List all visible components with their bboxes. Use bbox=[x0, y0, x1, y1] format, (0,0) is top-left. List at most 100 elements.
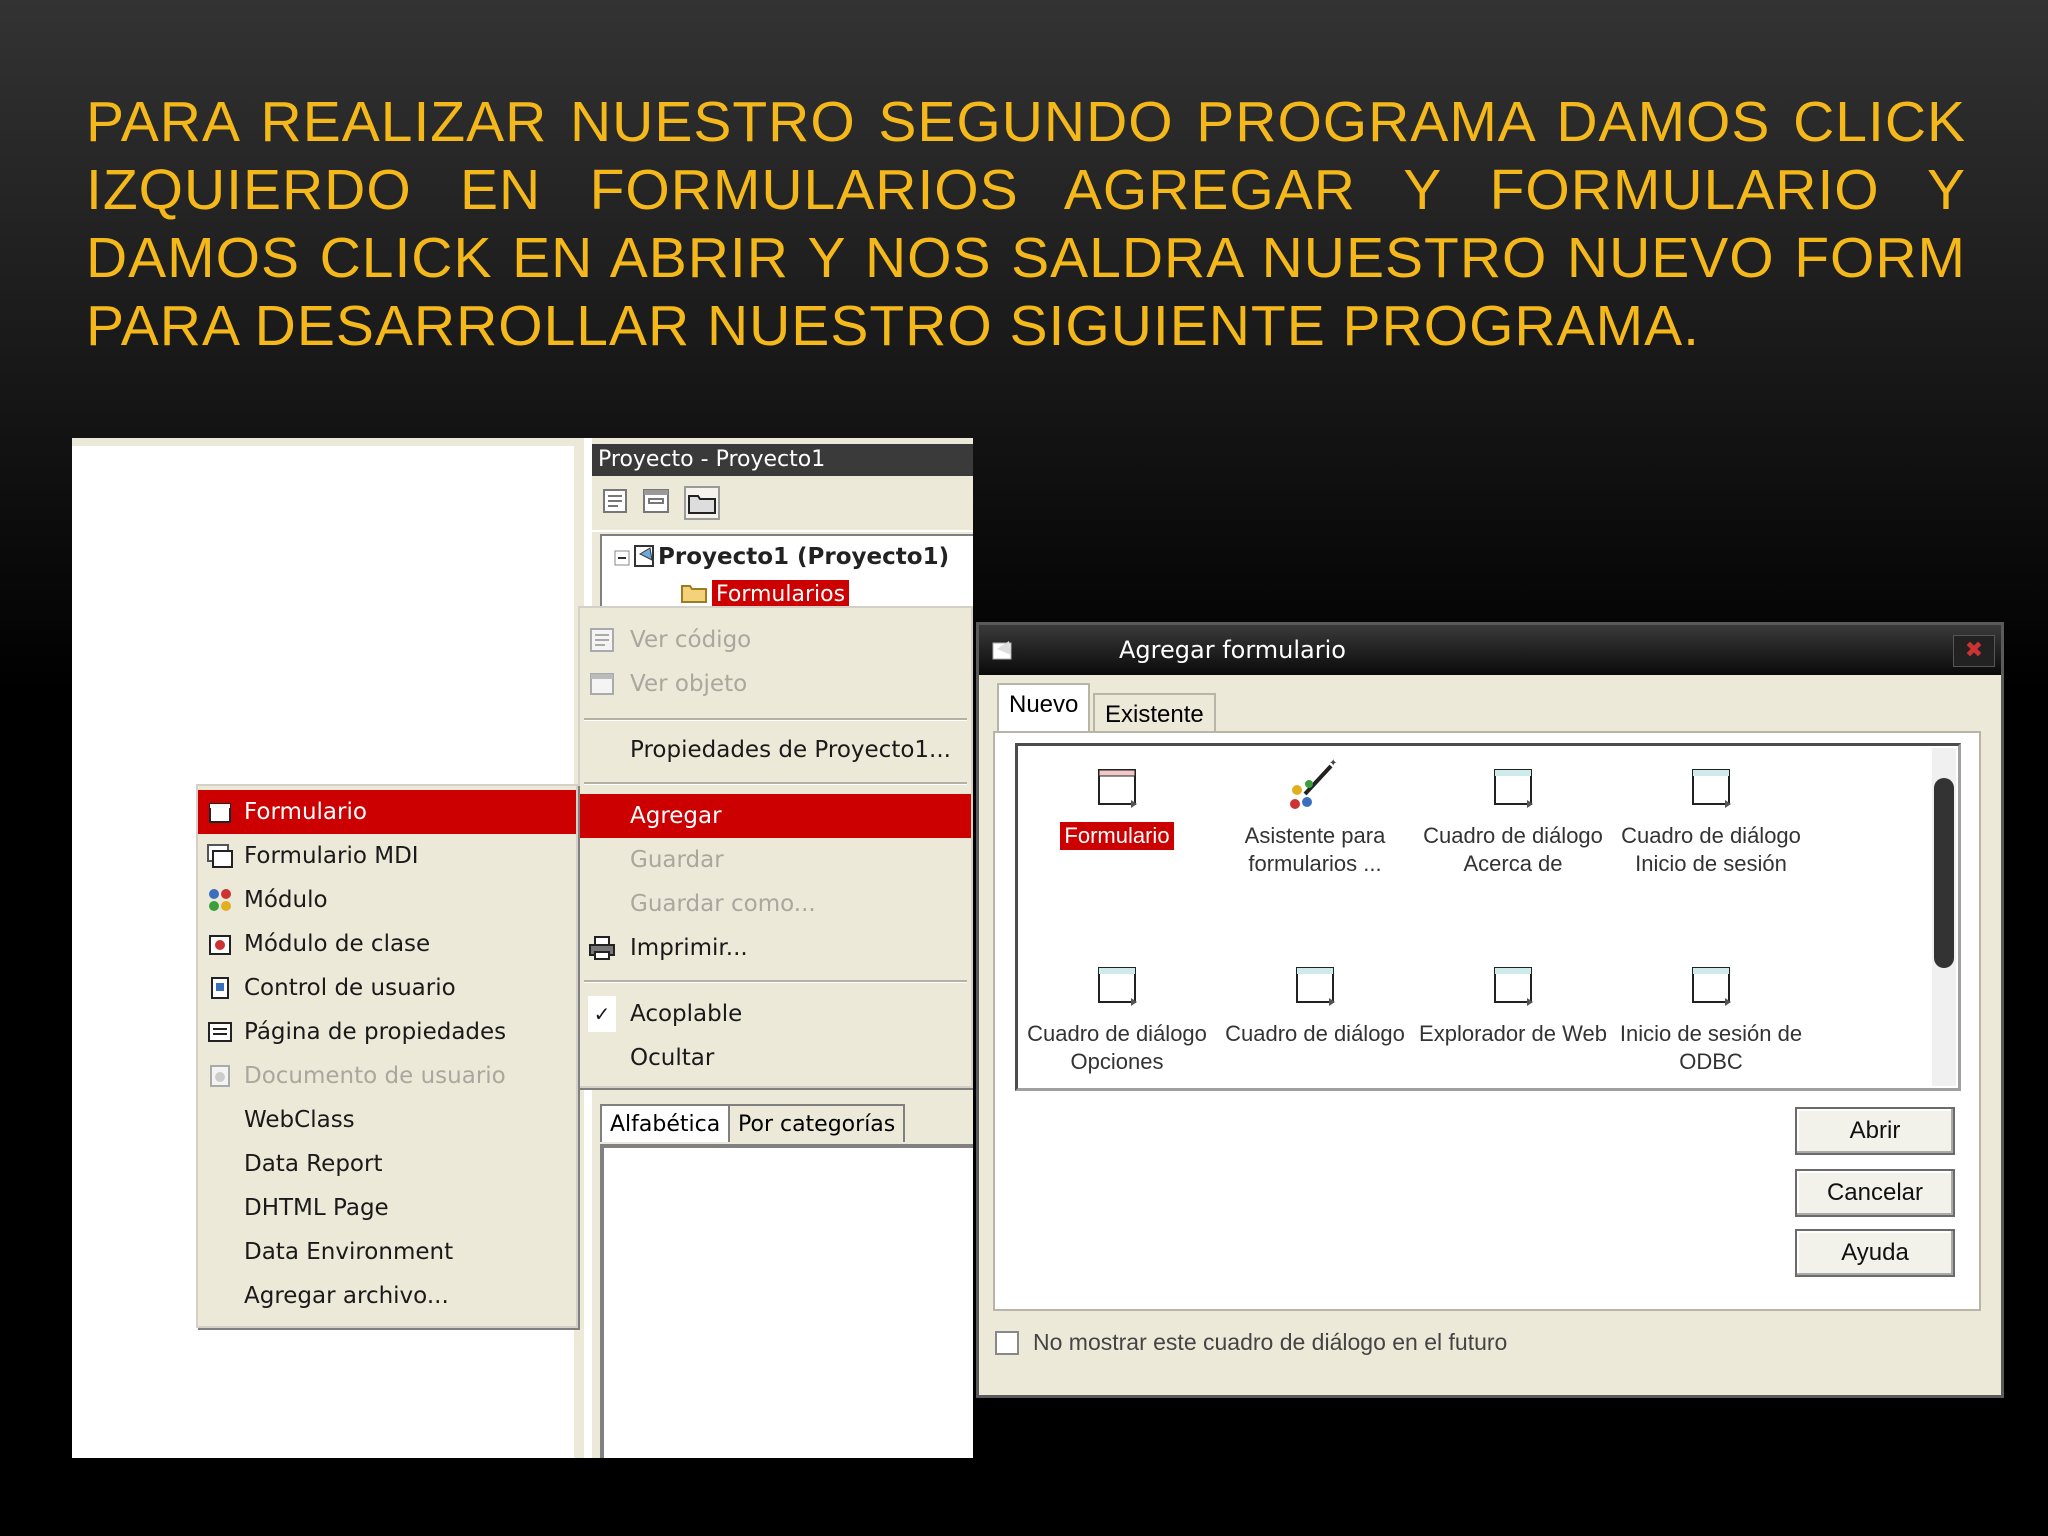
tab-existente[interactable]: Existente bbox=[1093, 693, 1216, 733]
properties-tabs: Alfabética Por categorías bbox=[600, 1098, 973, 1144]
template-cuadro-dialogo[interactable]: Cuadro de diálogo bbox=[1216, 958, 1414, 1048]
template-explorador-web[interactable]: Explorador de Web bbox=[1414, 958, 1612, 1048]
menu-item-agregar[interactable]: Agregar bbox=[580, 794, 971, 838]
template-formulario[interactable]: Formulario bbox=[1018, 760, 1216, 850]
view-code-button[interactable] bbox=[600, 486, 636, 520]
menu-label: Acoplable bbox=[630, 1001, 743, 1027]
tab-alfabetica[interactable]: Alfabética bbox=[600, 1104, 731, 1142]
menu-label: Formulario MDI bbox=[244, 843, 419, 869]
menu-label: Formulario bbox=[244, 799, 367, 825]
dialog-title: Agregar formulario bbox=[1119, 636, 1346, 664]
menu-label: Ver objeto bbox=[630, 671, 748, 697]
submenu-item-dhtml-page[interactable]: DHTML Page bbox=[198, 1186, 576, 1230]
folder-icon bbox=[688, 495, 716, 514]
abrir-button[interactable]: Abrir bbox=[1795, 1107, 1955, 1155]
code-icon bbox=[603, 489, 627, 513]
scrollbar-thumb[interactable] bbox=[1934, 778, 1954, 968]
no-mostrar-checkbox[interactable] bbox=[995, 1331, 1019, 1355]
submenu-item-documento-usuario[interactable]: Documento de usuario bbox=[198, 1054, 576, 1098]
template-opciones[interactable]: Cuadro de diálogo Opciones bbox=[1018, 958, 1216, 1076]
vb6-ide-screenshot: Proyecto - Proyecto1 Proyecto1 (Proyecto… bbox=[72, 438, 973, 1458]
project-tree: Proyecto1 (Proyecto1) Formularios bbox=[600, 534, 973, 607]
template-list-scrollbar[interactable] bbox=[1932, 748, 1956, 1086]
agregar-submenu: Formulario Formulario MDI Módulo Módulo … bbox=[196, 784, 578, 1328]
svg-text:✦: ✦ bbox=[1329, 758, 1337, 769]
dialog-titlebar: Agregar formulario ✖ bbox=[979, 625, 2001, 675]
tab-por-categorias[interactable]: Por categorías bbox=[728, 1104, 906, 1142]
submenu-item-data-environment[interactable]: Data Environment bbox=[198, 1230, 576, 1274]
close-button[interactable]: ✖ bbox=[1953, 635, 1995, 667]
toggle-folders-button[interactable] bbox=[684, 486, 720, 520]
project-explorer-title: Proyecto - Proyecto1 bbox=[592, 444, 973, 476]
menu-label: Propiedades de Proyecto1... bbox=[630, 737, 951, 763]
submenu-item-pagina-propiedades[interactable]: Página de propiedades bbox=[198, 1010, 576, 1054]
template-asistente[interactable]: ✦ Asistente para formularios ... bbox=[1216, 752, 1414, 878]
form-template-icon bbox=[1098, 769, 1137, 808]
tree-root-project[interactable]: Proyecto1 (Proyecto1) bbox=[658, 544, 949, 570]
menu-item-guardar[interactable]: Guardar bbox=[580, 838, 971, 882]
cancelar-button[interactable]: Cancelar bbox=[1795, 1169, 1955, 1217]
form-icon bbox=[643, 489, 669, 513]
menu-label: Módulo bbox=[244, 887, 328, 913]
wizard-icon: ✦ bbox=[1290, 758, 1337, 809]
template-inicio-sesion[interactable]: Cuadro de diálogo Inicio de sesión bbox=[1612, 760, 1810, 878]
property-page-icon bbox=[208, 1022, 232, 1042]
class-module-icon bbox=[209, 935, 231, 955]
module-icon bbox=[209, 889, 231, 911]
view-object-button[interactable] bbox=[640, 486, 676, 520]
ayuda-button[interactable]: Ayuda bbox=[1795, 1229, 1955, 1277]
no-mostrar-label: No mostrar este cuadro de diálogo en el … bbox=[1033, 1329, 1508, 1355]
menu-label: Data Environment bbox=[244, 1239, 454, 1265]
menu-item-imprimir[interactable]: Imprimir... bbox=[580, 926, 971, 970]
menu-label: Página de propiedades bbox=[244, 1019, 507, 1045]
submenu-item-modulo-clase[interactable]: Módulo de clase bbox=[198, 922, 576, 966]
tree-node-formularios[interactable]: Formularios bbox=[712, 580, 850, 607]
template-label: Cuadro de diálogo Inicio de sesión bbox=[1621, 823, 1801, 876]
agregar-formulario-dialog: Agregar formulario ✖ Nuevo Existente For… bbox=[976, 622, 2004, 1398]
vb-app-icon bbox=[992, 641, 1012, 660]
template-acerca-de[interactable]: Cuadro de diálogo Acerca de bbox=[1414, 760, 1612, 878]
user-control-icon bbox=[211, 977, 229, 999]
user-document-icon bbox=[210, 1065, 230, 1087]
submenu-item-formulario-mdi[interactable]: Formulario MDI bbox=[198, 834, 576, 878]
menu-item-ocultar[interactable]: Ocultar bbox=[580, 1036, 971, 1080]
dialog-template-icon bbox=[1296, 967, 1335, 1006]
template-inicio-odbc[interactable]: Inicio de sesión de ODBC bbox=[1612, 958, 1810, 1076]
menu-separator bbox=[584, 718, 967, 721]
template-label: Formulario bbox=[1060, 822, 1174, 850]
menu-item-acoplable[interactable]: ✓ Acoplable bbox=[580, 992, 971, 1036]
template-label: Cuadro de diálogo bbox=[1225, 1021, 1405, 1046]
menu-label: Guardar bbox=[630, 847, 724, 873]
template-label: Cuadro de diálogo Opciones bbox=[1027, 1021, 1207, 1074]
menu-label: Documento de usuario bbox=[244, 1063, 506, 1089]
template-label: Asistente para formularios ... bbox=[1244, 823, 1386, 876]
form-icon bbox=[209, 803, 231, 823]
menu-label: Agregar archivo... bbox=[244, 1283, 449, 1309]
menu-label: Guardar como... bbox=[630, 891, 816, 917]
menu-label: WebClass bbox=[244, 1107, 355, 1133]
menu-item-ver-objeto[interactable]: Ver objeto bbox=[580, 662, 971, 706]
dialog-template-icon bbox=[1494, 967, 1533, 1006]
menu-separator bbox=[584, 980, 967, 983]
project-icon bbox=[634, 545, 654, 567]
dialog-template-icon bbox=[1098, 967, 1137, 1006]
menu-label: DHTML Page bbox=[244, 1195, 389, 1221]
submenu-item-agregar-archivo[interactable]: Agregar archivo... bbox=[198, 1274, 576, 1318]
dialog-template-icon bbox=[1692, 769, 1731, 808]
form-template-list: Formulario ✦ Asistente para formularios … bbox=[1015, 743, 1961, 1091]
menu-item-propiedades[interactable]: Propiedades de Proyecto1... bbox=[580, 728, 971, 772]
collapse-icon bbox=[614, 550, 630, 566]
menu-item-guardar-como[interactable]: Guardar como... bbox=[580, 882, 971, 926]
tab-nuevo[interactable]: Nuevo bbox=[997, 683, 1091, 735]
submenu-item-formulario[interactable]: Formulario bbox=[198, 790, 576, 834]
dialog-template-icon bbox=[1494, 769, 1533, 808]
project-explorer-toolbar bbox=[592, 478, 973, 532]
menu-label: Ver código bbox=[630, 627, 752, 653]
checkmark-icon: ✓ bbox=[588, 996, 616, 1032]
menu-item-ver-codigo[interactable]: Ver código bbox=[580, 618, 971, 662]
dialog-template-icon bbox=[1692, 967, 1731, 1006]
submenu-item-webclass[interactable]: WebClass bbox=[198, 1098, 576, 1142]
submenu-item-data-report[interactable]: Data Report bbox=[198, 1142, 576, 1186]
submenu-item-control-usuario[interactable]: Control de usuario bbox=[198, 966, 576, 1010]
submenu-item-modulo[interactable]: Módulo bbox=[198, 878, 576, 922]
